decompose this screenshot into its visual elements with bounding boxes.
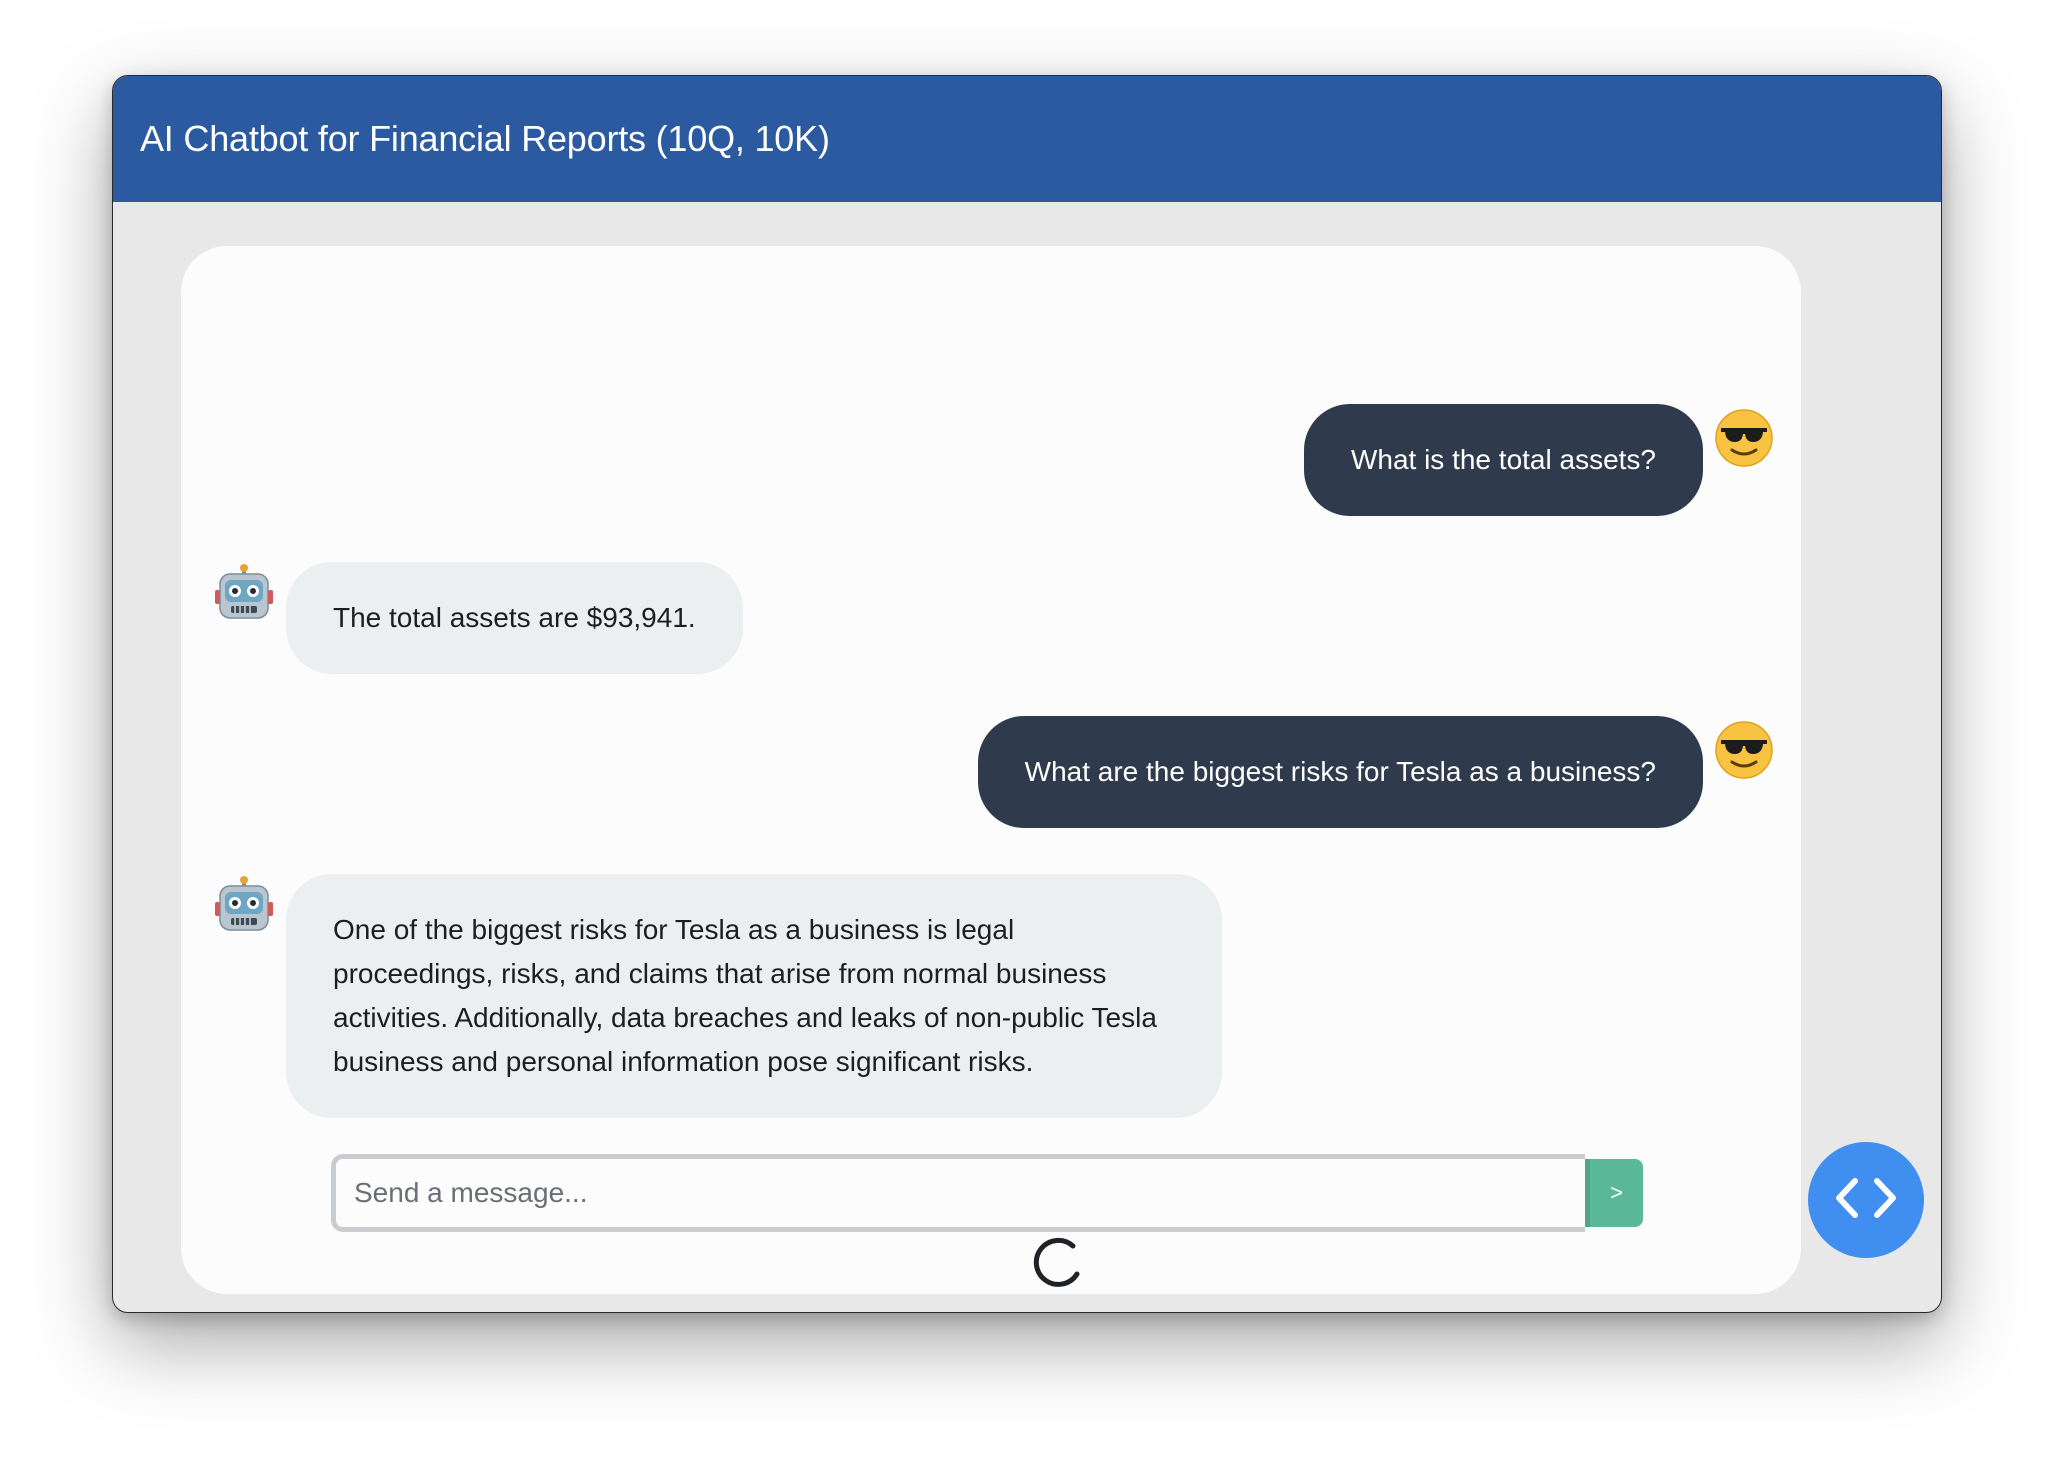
page-title: AI Chatbot for Financial Reports (10Q, 1… <box>140 118 830 159</box>
chat-message-user: What is the total assets? <box>1303 404 1777 516</box>
chat-message-bot: One of the biggest risks for Tesla as a … <box>211 874 1222 1118</box>
chat-panel: What is the total assets? The total asse… <box>181 246 1801 1294</box>
bot-message-bubble: The total assets are $93,941. <box>286 562 743 674</box>
app-window: AI Chatbot for Financial Reports (10Q, 1… <box>112 75 1942 1313</box>
message-input[interactable] <box>354 1177 1585 1209</box>
bot-message-bubble: One of the biggest risks for Tesla as a … <box>286 874 1222 1118</box>
chat-message-user: What are the biggest risks for Tesla as … <box>977 716 1777 828</box>
sunglasses-face-icon <box>1711 716 1777 782</box>
code-toggle-button[interactable] <box>1808 1142 1924 1258</box>
spinner-icon <box>1029 1234 1085 1290</box>
send-button[interactable]: > <box>1585 1159 1643 1227</box>
user-message-bubble: What are the biggest risks for Tesla as … <box>977 716 1703 828</box>
sunglasses-face-icon <box>1711 404 1777 470</box>
user-message-bubble: What is the total assets? <box>1303 404 1703 516</box>
robot-icon <box>211 562 277 628</box>
header-bar: AI Chatbot for Financial Reports (10Q, 1… <box>113 76 1941 202</box>
robot-icon <box>211 874 277 940</box>
chat-message-bot: The total assets are $93,941. <box>211 562 743 674</box>
message-composer: > <box>331 1154 1643 1232</box>
code-brackets-icon <box>1831 1173 1901 1228</box>
message-input-wrapper <box>331 1154 1585 1232</box>
